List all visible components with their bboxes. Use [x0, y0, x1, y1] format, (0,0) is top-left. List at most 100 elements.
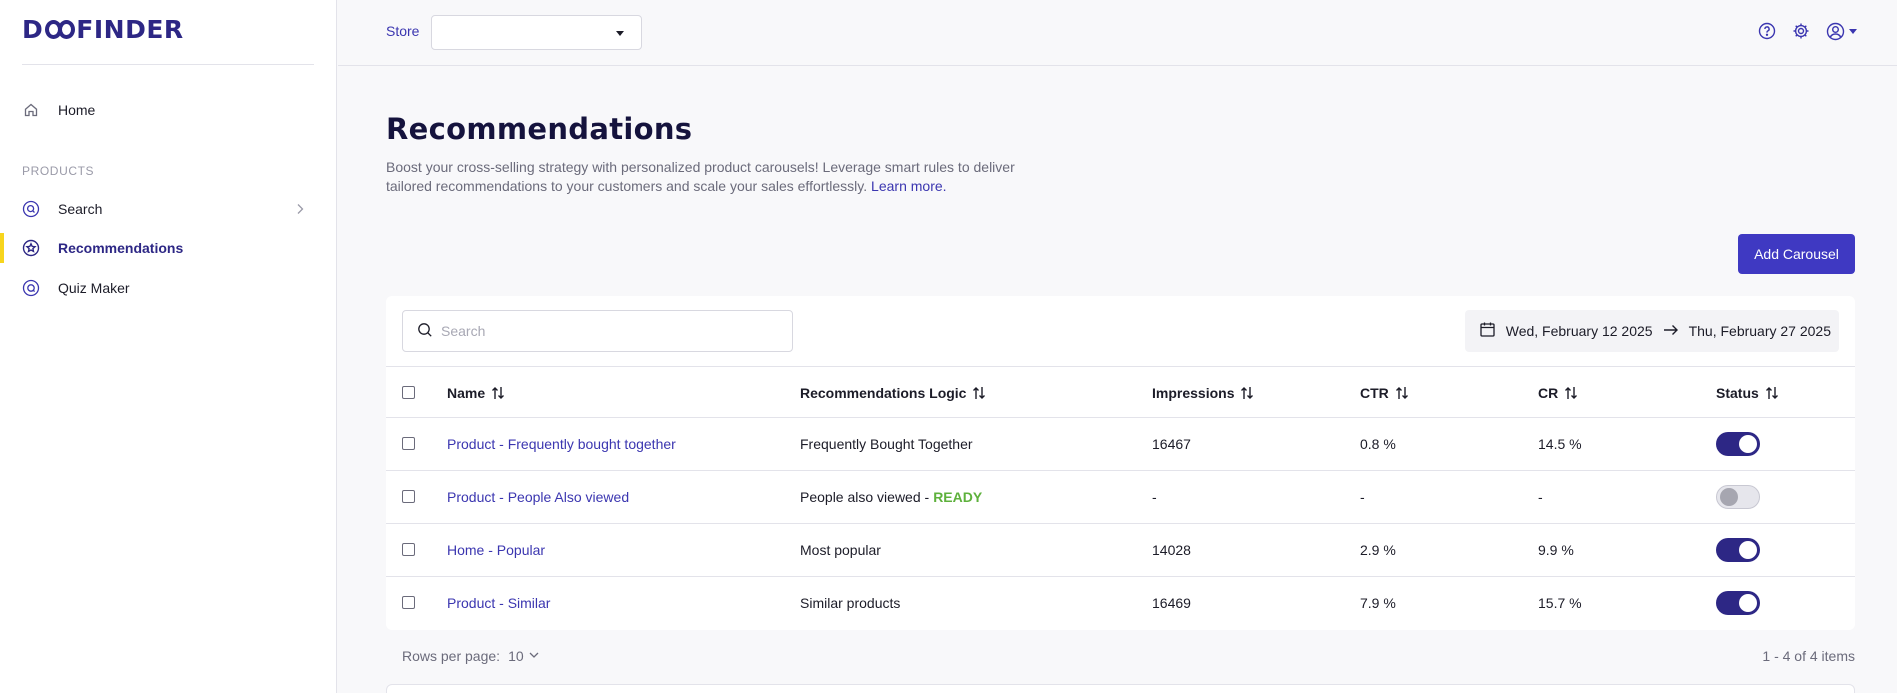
ready-status-badge: READY — [933, 489, 983, 505]
sidebar-item-label: Home — [58, 102, 96, 118]
sidebar-item-label: Search — [58, 201, 103, 217]
sidebar-item-recommendations[interactable]: Recommendations — [0, 230, 337, 266]
table-row: Product - Similar Similar products 16469… — [386, 577, 1855, 630]
carousels-card: Wed, February 12 2025 Thu, February 27 2… — [386, 296, 1855, 630]
column-header-impressions[interactable]: Impressions — [1152, 367, 1254, 418]
column-header-cr[interactable]: CR — [1538, 367, 1578, 418]
ctr-cell: 0.8 % — [1360, 436, 1396, 452]
next-card-edge — [386, 684, 1855, 693]
sort-icon — [1765, 386, 1779, 400]
rows-per-page-label: Rows per page: — [402, 648, 501, 664]
sort-icon — [1240, 386, 1254, 400]
sidebar-item-label: Recommendations — [58, 240, 184, 256]
rows-per-page-value: 10 — [508, 648, 524, 664]
ctr-cell: 2.9 % — [1360, 542, 1396, 558]
table-row: Product - People Also viewed People also… — [386, 471, 1855, 524]
column-header-label: CTR — [1360, 384, 1389, 401]
table-row: Product - Frequently bought together Fre… — [386, 418, 1855, 471]
status-toggle[interactable] — [1716, 485, 1760, 509]
sidebar-item-label: Quiz Maker — [58, 280, 130, 296]
search-box[interactable] — [402, 310, 793, 352]
carousel-name-link[interactable]: Product - People Also viewed — [447, 471, 629, 523]
doofinder-logo[interactable]: D FINDER — [22, 14, 184, 44]
rows-per-page-select[interactable]: 10 — [508, 648, 540, 664]
search-icon — [417, 322, 433, 341]
rows-per-page: Rows per page: 10 — [402, 648, 540, 664]
star-circle-icon — [22, 239, 40, 257]
column-header-name[interactable]: Name — [447, 367, 505, 418]
select-all-checkbox[interactable] — [402, 386, 415, 399]
impressions-cell: 16467 — [1152, 436, 1191, 452]
impressions-cell: 14028 — [1152, 542, 1191, 558]
logo-text-start: D — [22, 14, 44, 44]
column-header-label: Name — [447, 384, 486, 401]
help-icon[interactable] — [1757, 21, 1777, 41]
home-icon — [22, 101, 40, 119]
sort-icon — [1564, 386, 1578, 400]
sidebar-divider — [22, 64, 314, 65]
logic-cell: Frequently Bought Together — [800, 418, 973, 470]
store-select[interactable] — [431, 15, 642, 50]
gear-icon[interactable] — [1791, 21, 1811, 41]
table-row: Home - Popular Most popular 14028 2.9 % … — [386, 524, 1855, 577]
cr-cell: 14.5 % — [1538, 436, 1582, 452]
toggle-knob — [1739, 541, 1757, 559]
top-bar: Store — [338, 0, 1897, 66]
sort-icon — [972, 386, 986, 400]
column-header-label: Status — [1716, 384, 1759, 401]
status-toggle[interactable] — [1716, 591, 1760, 615]
caret-down-icon — [616, 31, 624, 36]
column-header-label: CR — [1538, 384, 1559, 401]
toggle-knob — [1720, 488, 1738, 506]
logic-text: People also viewed - — [800, 489, 930, 505]
row-checkbox[interactable] — [402, 437, 415, 450]
cr-cell: 15.7 % — [1538, 595, 1582, 611]
logic-text: Most popular — [800, 542, 881, 558]
impressions-cell: - — [1152, 489, 1157, 505]
logo-text-end: FINDER — [76, 14, 184, 44]
logic-cell: Similar products — [800, 577, 900, 629]
chevron-right-icon — [293, 202, 307, 219]
column-header-label: Recommendations Logic — [800, 384, 967, 401]
column-header-status[interactable]: Status — [1716, 367, 1779, 418]
add-carousel-button[interactable]: Add Carousel — [1738, 234, 1855, 274]
sidebar-item-home[interactable]: Home — [0, 92, 337, 128]
learn-more-link[interactable]: Learn more. — [871, 178, 946, 194]
toggle-knob — [1739, 435, 1757, 453]
date-end: Thu, February 27 2025 — [1688, 323, 1831, 339]
logo-double-o — [44, 19, 76, 39]
status-toggle[interactable] — [1716, 538, 1760, 562]
row-checkbox[interactable] — [402, 490, 415, 503]
quiz-circle-icon — [22, 279, 40, 297]
search-circle-icon — [22, 200, 40, 218]
column-header-label: Impressions — [1152, 384, 1235, 401]
logic-cell: People also viewed - READY — [800, 471, 982, 523]
search-input[interactable] — [441, 323, 781, 339]
logic-cell: Most popular — [800, 524, 881, 576]
user-menu[interactable] — [1825, 21, 1857, 41]
sort-icon — [1395, 386, 1409, 400]
chevron-down-icon — [528, 648, 540, 664]
carousel-name-link[interactable]: Product - Similar — [447, 577, 550, 629]
arrow-right-icon — [1663, 323, 1679, 339]
date-start: Wed, February 12 2025 — [1505, 323, 1653, 339]
column-header-logic[interactable]: Recommendations Logic — [800, 367, 986, 418]
cr-cell: 9.9 % — [1538, 542, 1574, 558]
ctr-cell: - — [1360, 489, 1365, 505]
row-checkbox[interactable] — [402, 543, 415, 556]
sidebar-item-quiz-maker[interactable]: Quiz Maker — [0, 270, 337, 306]
section-label-products: PRODUCTS — [22, 164, 95, 178]
carousel-name-link[interactable]: Home - Popular — [447, 524, 545, 576]
row-checkbox[interactable] — [402, 596, 415, 609]
date-range-picker[interactable]: Wed, February 12 2025 Thu, February 27 2… — [1464, 310, 1839, 352]
caret-down-icon — [1849, 28, 1857, 34]
carousel-name-link[interactable]: Product - Frequently bought together — [447, 418, 676, 470]
sidebar-item-search[interactable]: Search — [0, 191, 337, 227]
status-toggle[interactable] — [1716, 432, 1760, 456]
pagination-range: 1 - 4 of 4 items — [1762, 648, 1855, 664]
top-icons — [1757, 21, 1857, 41]
logic-text: Similar products — [800, 595, 901, 611]
cr-cell: - — [1538, 489, 1543, 505]
table-header: Name Recommendations Logic Impressions C… — [386, 366, 1855, 418]
column-header-ctr[interactable]: CTR — [1360, 367, 1409, 418]
